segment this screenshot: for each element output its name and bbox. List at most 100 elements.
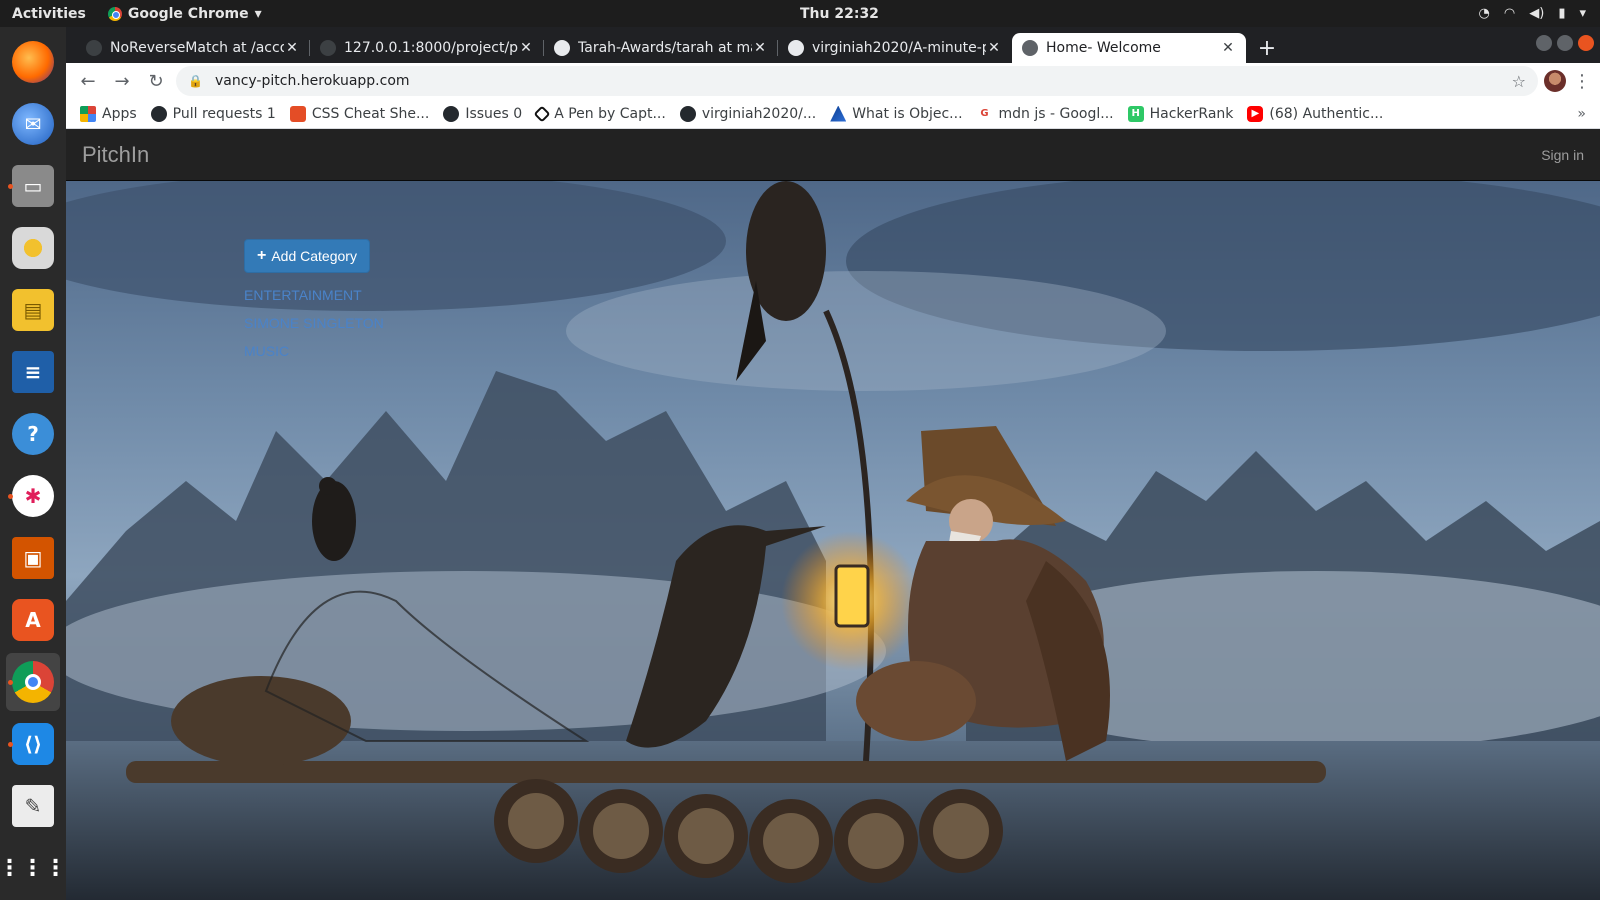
tab-tarah-awards[interactable]: Tarah-Awards/tarah at ma ✕ [544,33,778,63]
dock-software[interactable]: A [6,591,60,649]
tab-localhost[interactable]: 127.0.0.1:8000/project/po ✕ [310,33,544,63]
dock-writer[interactable]: ≡ [6,343,60,401]
app-menu-label: Google Chrome [127,5,249,22]
volume-icon[interactable]: ◀) [1529,6,1544,21]
document-icon: ≡ [12,351,54,393]
battery-icon[interactable]: ▮ [1558,6,1565,21]
tab-title: 127.0.0.1:8000/project/po [344,40,518,56]
chevron-down-icon[interactable]: ▾ [1579,6,1586,21]
close-window-button[interactable] [1578,35,1594,51]
close-icon[interactable]: ✕ [518,40,534,56]
dock-slack[interactable]: ✱ [6,467,60,525]
activities-button[interactable]: Activities [12,6,86,22]
dock-rhythmbox[interactable] [6,219,60,277]
dock-vscode[interactable]: ⟨⟩ [6,715,60,773]
tab-title: virginiah2020/A-minute-p [812,40,986,56]
dock-firefox[interactable] [6,33,60,91]
vscode-icon: ⟨⟩ [12,723,54,765]
github-icon [788,40,804,56]
chrome-icon [12,661,54,703]
archive-icon: ▤ [12,289,54,331]
dock-chrome[interactable] [6,653,60,711]
site-navbar: PitchIn Sign in [66,129,1600,181]
files-icon: ▭ [12,165,54,207]
window-controls [1536,35,1594,51]
globe-icon [86,40,102,56]
bookmark-label: (68) Authentic... [1269,105,1384,122]
url-text: vancy-pitch.herokuapp.com [214,73,410,89]
globe-icon [320,40,336,56]
dock-impress[interactable]: ▣ [6,529,60,587]
dock-editor[interactable]: ✎ [6,777,60,835]
bookmark-codepen[interactable]: A Pen by Capt... [533,105,666,122]
tab-title: Tarah-Awards/tarah at ma [578,40,752,56]
dock-archive[interactable]: ▤ [6,281,60,339]
bookmark-label: What is Objec... [852,105,963,122]
wifi-icon[interactable]: ◠ [1504,6,1515,21]
tab-virginiah2020[interactable]: virginiah2020/A-minute-p ✕ [778,33,1012,63]
bookmark-what-is-object[interactable]: What is Objec... [830,105,963,122]
minimize-button[interactable] [1536,35,1552,51]
system-top-bar: Activities Google Chrome ▾ Thu 22:32 ◔ ◠… [0,0,1600,27]
category-link-music[interactable]: MUSIC [244,343,384,359]
bookmark-issues[interactable]: Issues 0 [443,105,522,122]
running-indicator [8,679,13,685]
tab-title: NoReverseMatch at /acco [110,40,284,56]
bookmark-virginiah2020[interactable]: virginiah2020/... [679,105,816,122]
back-button[interactable]: ← [74,67,102,95]
clock[interactable]: Thu 22:32 [800,6,879,22]
new-tab-button[interactable]: + [1252,33,1282,63]
address-bar[interactable]: 🔒 vancy-pitch.herokuapp.com ☆ [176,66,1538,96]
bookmark-css-cheat-sheet[interactable]: CSS Cheat She... [289,105,429,122]
tab-noreversematch[interactable]: NoReverseMatch at /acco ✕ [76,33,310,63]
objec-icon [830,105,847,122]
profile-avatar[interactable] [1544,70,1566,92]
bookmark-authentication[interactable]: ▶ (68) Authentic... [1247,105,1384,122]
bookmark-hackerrank[interactable]: H HackerRank [1127,105,1233,122]
more-bookmarks-button[interactable]: » [1577,106,1586,122]
hero-background-image: + Add Category ENTERTAINMENT SIMONE SING… [66,181,1600,900]
chrome-icon [107,6,122,21]
maximize-button[interactable] [1557,35,1573,51]
browser-menu-icon[interactable]: ⋮ [1572,71,1592,92]
close-icon[interactable]: ✕ [986,40,1002,56]
css-icon [289,105,306,122]
dock: ✉ ▭ ▤ ≡ ? ✱ ▣ A ⟨⟩ ✎ ⋮⋮⋮ [0,27,67,900]
tab-title: Home- Welcome [1046,40,1161,56]
lock-icon[interactable]: 🔒 [188,74,203,88]
show-applications[interactable]: ⋮⋮⋮ [0,839,67,897]
add-category-label: Add Category [271,248,357,264]
network-icon[interactable]: ◔ [1479,6,1490,21]
github-icon [554,40,570,56]
close-icon[interactable]: ✕ [752,40,768,56]
dock-files[interactable]: ▭ [6,157,60,215]
browser-toolbar: ← → ↻ 🔒 vancy-pitch.herokuapp.com ☆ ⋮ [66,63,1600,99]
dock-help[interactable]: ? [6,405,60,463]
bookmark-pull-requests[interactable]: Pull requests 1 [150,105,276,122]
sign-in-link[interactable]: Sign in [1541,147,1584,163]
category-panel: + Add Category ENTERTAINMENT SIMONE SING… [244,239,384,359]
bookmark-label: Apps [102,105,137,122]
bookmark-label: A Pen by Capt... [554,105,666,122]
app-menu[interactable]: Google Chrome ▾ [107,5,262,22]
bookmark-mdn-js[interactable]: Gmdn js - Googl... [976,105,1114,122]
bookmark-label: mdn js - Googl... [998,105,1114,122]
add-category-button[interactable]: + Add Category [244,239,370,273]
running-indicator [8,183,13,189]
forward-button[interactable]: → [108,67,136,95]
reload-button[interactable]: ↻ [142,67,170,95]
site-brand[interactable]: PitchIn [82,142,149,168]
help-icon: ? [12,413,54,455]
chevron-down-icon: ▾ [254,5,262,22]
category-link-entertainment[interactable]: ENTERTAINMENT [244,287,384,303]
close-icon[interactable]: ✕ [284,40,300,56]
close-icon[interactable]: ✕ [1220,40,1236,56]
bookmark-star-icon[interactable]: ☆ [1512,72,1526,91]
system-tray[interactable]: ◔ ◠ ◀) ▮ ▾ [1479,6,1586,21]
firefox-icon [12,41,54,83]
tab-home-welcome[interactable]: Home- Welcome ✕ [1012,33,1246,63]
dock-thunderbird[interactable]: ✉ [6,95,60,153]
tab-strip: NoReverseMatch at /acco ✕ 127.0.0.1:8000… [66,27,1600,63]
bookmark-apps[interactable]: Apps [80,105,137,122]
category-link-simone-singleton[interactable]: SIMONE SINGLETON [244,315,384,331]
